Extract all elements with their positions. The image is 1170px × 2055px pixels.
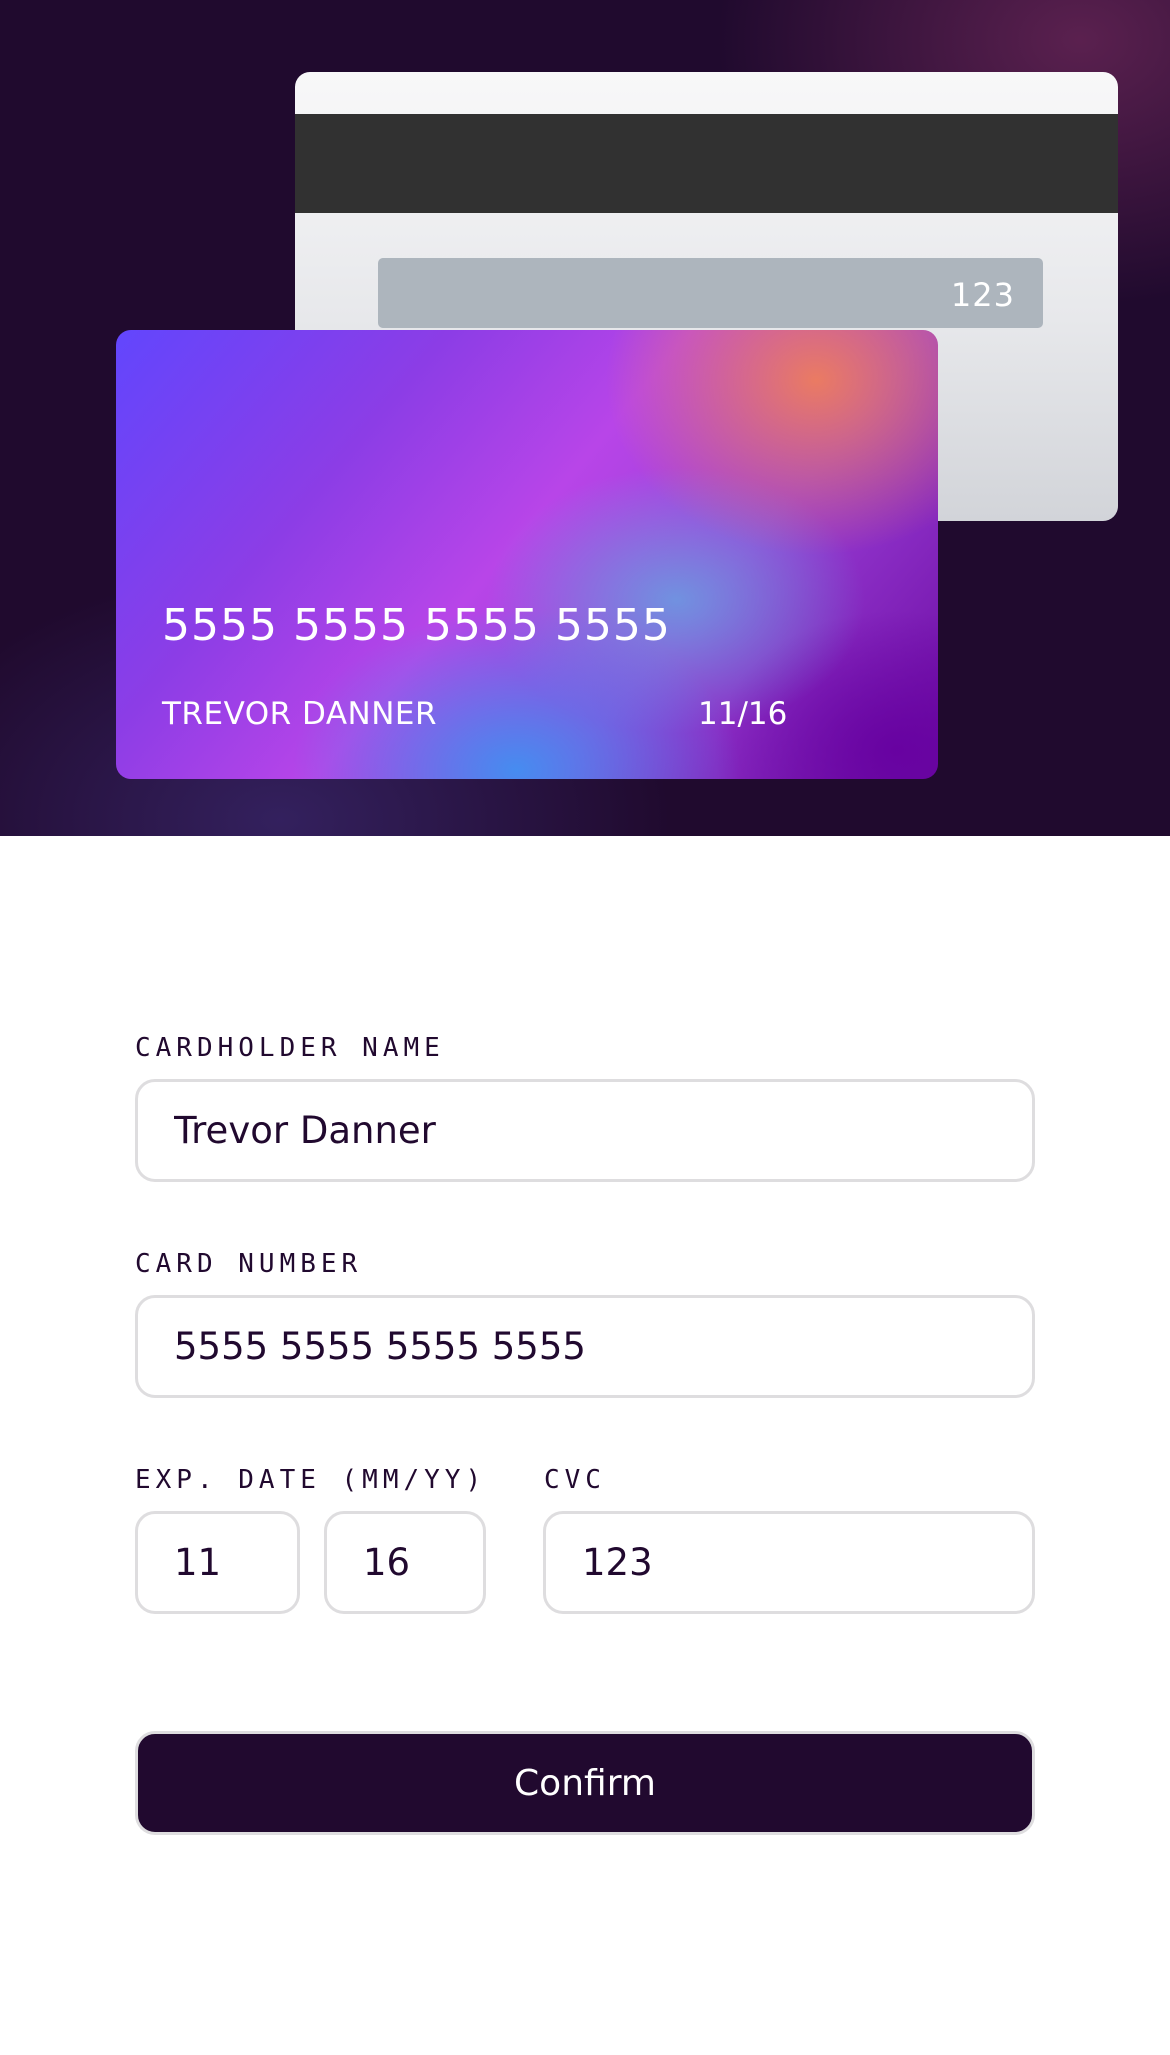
cvc-label: CVC [544,1465,606,1495]
card-front-holder-name: TREVOR DANNER [162,696,438,732]
cvc-input[interactable] [543,1511,1035,1614]
exp-year-input[interactable] [324,1511,486,1614]
card-details-form: CARDHOLDER NAME CARD NUMBER EXP. DATE (M… [0,836,1170,2055]
card-number-input[interactable] [135,1295,1035,1398]
card-front: 5555 5555 5555 5555 TREVOR DANNER 11/16 [116,330,938,779]
card-preview-area: 123 5555 5555 5555 5555 TREVOR DANNER 11… [0,0,1170,836]
cardholder-name-label: CARDHOLDER NAME [135,1033,445,1063]
exp-date-label: EXP. DATE (MM/YY) [135,1465,487,1495]
card-front-number: 5555 5555 5555 5555 [162,600,671,651]
exp-month-input[interactable] [135,1511,300,1614]
confirm-button[interactable]: Confirm [135,1731,1035,1835]
cardholder-name-input[interactable] [135,1079,1035,1182]
signature-strip: 123 [378,258,1043,328]
card-number-label: CARD NUMBER [135,1249,363,1279]
magnetic-stripe [295,114,1118,213]
card-front-expiry: 11/16 [698,696,788,732]
card-back-cvc: 123 [950,276,1015,314]
